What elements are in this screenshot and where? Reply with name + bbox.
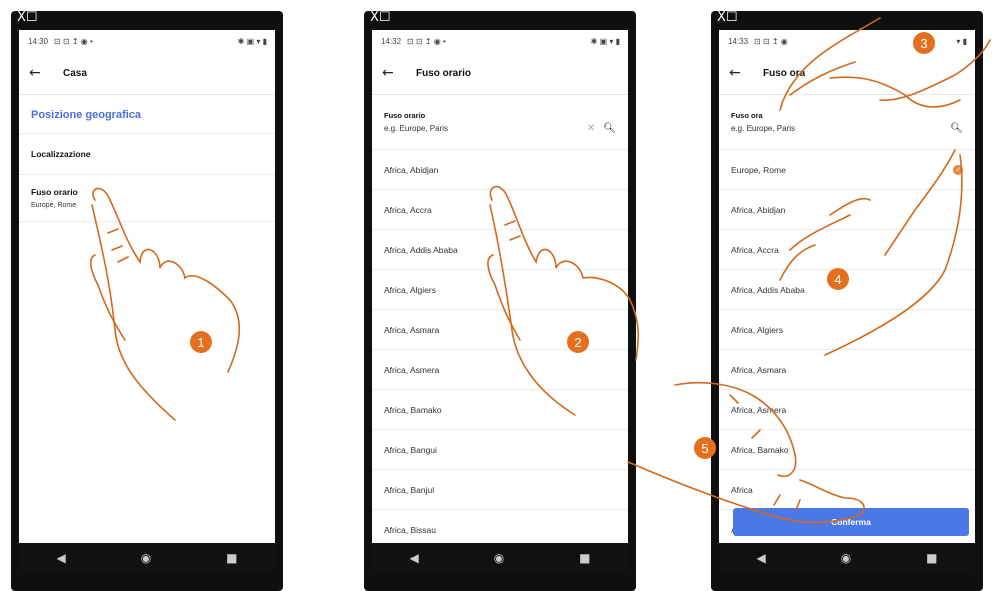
- timezone-item[interactable]: Africa: [719, 470, 975, 510]
- back-nav-icon[interactable]: ◀: [409, 551, 418, 565]
- timezone-list: Africa, Abidjan Africa, Accra Africa, Addi…: [719, 190, 975, 550]
- app-bar: ← Fuso ora: [719, 52, 975, 95]
- check-icon: ✓: [953, 164, 963, 175]
- timezone-item[interactable]: Africa, Asmera: [719, 390, 975, 430]
- search-input[interactable]: e.g. Europe, Paris: [384, 124, 448, 133]
- phone-3: X☐ 14:33 ⊡ ⊡ ↥ ◉ ▾ ▮ ← Fuso ora Fuso ora …: [711, 11, 983, 591]
- step-badge-4: 4: [827, 268, 849, 290]
- home-nav-icon[interactable]: ◉: [841, 551, 851, 565]
- recents-nav-icon[interactable]: ■: [579, 551, 590, 565]
- search-label: Fuso orario: [384, 110, 426, 120]
- clock: 14:32: [381, 36, 402, 46]
- screen-3: 14:33 ⊡ ⊡ ↥ ◉ ▾ ▮ ← Fuso ora Fuso ora e.g…: [719, 30, 975, 560]
- confirm-button[interactable]: Conferma: [733, 508, 969, 536]
- timezone-item[interactable]: Africa, Algiers: [372, 270, 628, 310]
- home-nav-icon[interactable]: ◉: [494, 551, 504, 565]
- back-nav-icon[interactable]: ◀: [756, 551, 765, 565]
- clear-icon[interactable]: ✕: [587, 123, 595, 134]
- search-input[interactable]: e.g. Europe, Paris: [731, 124, 795, 133]
- setting-fuso-orario[interactable]: Fuso orario Europe, Rome: [19, 175, 275, 222]
- timezone-item[interactable]: Africa, Accra: [719, 230, 975, 270]
- setting-value: Europe, Rome: [31, 202, 77, 209]
- status-right-icons: ▾ ▮: [956, 36, 967, 46]
- setting-title: Fuso orario: [31, 187, 78, 197]
- timezone-item[interactable]: Africa, Asmara: [372, 310, 628, 350]
- step-badge-2: 2: [567, 331, 589, 353]
- selected-timezone-item[interactable]: Europe, Rome ✓: [719, 150, 975, 190]
- back-arrow-icon[interactable]: ←: [729, 65, 763, 81]
- page-title: Fuso ora: [763, 67, 806, 79]
- step-badge-5: 5: [694, 437, 716, 459]
- phone-2: X☐ 14:32 ⊡ ⊡ ↥ ◉ • ✱ ▣ ▾ ▮ ← Fuso orario …: [364, 11, 636, 591]
- status-bar: 14:30 ⊡ ⊡ ↥ ◉ • ✱ ▣ ▾ ▮: [19, 30, 275, 52]
- section-title: Posizione geografica: [19, 95, 275, 134]
- timezone-item[interactable]: Africa, Abidjan: [719, 190, 975, 230]
- timezone-item[interactable]: Africa, Bangui: [372, 430, 628, 470]
- timezone-item[interactable]: Africa, Asmera: [372, 350, 628, 390]
- setting-localizzazione[interactable]: Localizzazione: [19, 134, 275, 175]
- recents-nav-icon[interactable]: ■: [926, 551, 937, 565]
- close-icon[interactable]: X☐: [717, 11, 738, 24]
- close-icon[interactable]: X☐: [370, 11, 391, 24]
- search-icon[interactable]: 🔍︎: [950, 123, 963, 134]
- timezone-item[interactable]: Africa, Abidjan: [372, 150, 628, 190]
- nav-bar: ◀ ◉ ■: [19, 543, 275, 572]
- recents-nav-icon[interactable]: ■: [226, 551, 237, 565]
- search-icon[interactable]: 🔍︎: [603, 123, 616, 134]
- close-icon[interactable]: X☐: [17, 11, 38, 24]
- status-icons: ⊡ ⊡ ↥ ◉: [754, 36, 788, 46]
- page-title: Casa: [63, 67, 87, 79]
- timezone-item[interactable]: Africa, Asmara: [719, 350, 975, 390]
- timezone-item[interactable]: Africa, Banjul: [372, 470, 628, 510]
- nav-bar: ◀ ◉ ■: [719, 543, 975, 572]
- page-title: Fuso orario: [416, 67, 472, 79]
- timezone-search[interactable]: Fuso ora e.g. Europe, Paris 🔍︎: [719, 95, 975, 150]
- status-right-icons: ✱ ▣ ▾ ▮: [590, 36, 620, 46]
- status-icons: ⊡ ⊡ ↥ ◉ •: [54, 36, 93, 46]
- timezone-item[interactable]: Africa, Algiers: [719, 310, 975, 350]
- back-nav-icon[interactable]: ◀: [56, 551, 65, 565]
- clock: 14:33: [728, 36, 749, 46]
- home-nav-icon[interactable]: ◉: [141, 551, 151, 565]
- status-icons: ⊡ ⊡ ↥ ◉ •: [407, 36, 446, 46]
- timezone-search[interactable]: Fuso orario e.g. Europe, Paris ✕ 🔍︎: [372, 95, 628, 150]
- clock: 14:30: [28, 36, 49, 46]
- timezone-item[interactable]: Africa, Accra: [372, 190, 628, 230]
- back-arrow-icon[interactable]: ←: [29, 65, 63, 81]
- timezone-item[interactable]: Africa, Bamako: [372, 390, 628, 430]
- step-badge-3: 3: [913, 32, 935, 54]
- screen-1: 14:30 ⊡ ⊡ ↥ ◉ • ✱ ▣ ▾ ▮ ← Casa Posizione …: [19, 30, 275, 560]
- app-bar: ← Fuso orario: [372, 52, 628, 95]
- timezone-list: Africa, Abidjan Africa, Accra Africa, Addi…: [372, 150, 628, 560]
- timezone-label: Europe, Rome: [731, 164, 786, 175]
- status-bar: 14:33 ⊡ ⊡ ↥ ◉ ▾ ▮: [719, 30, 975, 52]
- app-bar: ← Casa: [19, 52, 275, 95]
- timezone-item[interactable]: Africa, Addis Ababa: [372, 230, 628, 270]
- phone-1: X☐ 14:30 ⊡ ⊡ ↥ ◉ • ✱ ▣ ▾ ▮ ← Casa Posizio…: [11, 11, 283, 591]
- nav-bar: ◀ ◉ ■: [372, 543, 628, 572]
- status-bar: 14:32 ⊡ ⊡ ↥ ◉ • ✱ ▣ ▾ ▮: [372, 30, 628, 52]
- search-label: Fuso ora: [731, 110, 763, 120]
- back-arrow-icon[interactable]: ←: [382, 65, 416, 81]
- step-badge-1: 1: [190, 331, 212, 353]
- timezone-item[interactable]: Africa, Bamako: [719, 430, 975, 470]
- screen-2: 14:32 ⊡ ⊡ ↥ ◉ • ✱ ▣ ▾ ▮ ← Fuso orario Fus…: [372, 30, 628, 560]
- status-right-icons: ✱ ▣ ▾ ▮: [237, 36, 267, 46]
